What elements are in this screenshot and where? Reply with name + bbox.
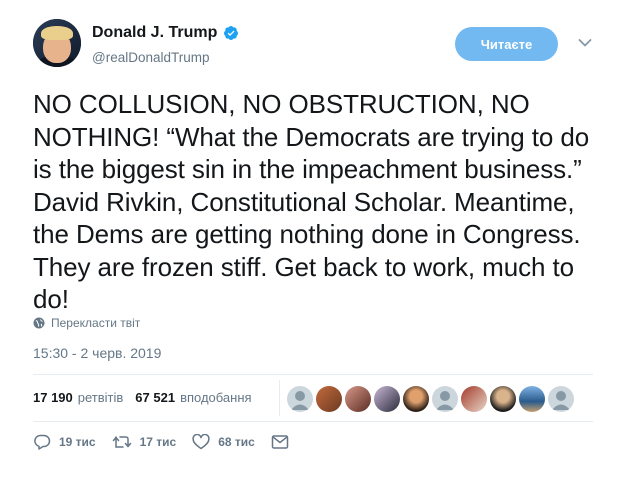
liker-avatar[interactable] xyxy=(287,386,313,412)
liker-avatar[interactable] xyxy=(316,386,342,412)
tweet-card: Donald J. Trump @realDonaldTrump Читаєте… xyxy=(0,0,625,477)
liker-avatar[interactable] xyxy=(461,386,487,412)
divider xyxy=(33,374,593,375)
liker-avatar[interactable] xyxy=(432,386,458,412)
caret-down-icon[interactable] xyxy=(578,38,592,48)
retweet-icon xyxy=(112,436,131,448)
globe-icon xyxy=(33,317,45,329)
liker-avatar[interactable] xyxy=(548,386,574,412)
liker-avatars xyxy=(287,386,577,412)
author-display-name[interactable]: Donald J. Trump xyxy=(92,24,217,42)
verified-badge-icon xyxy=(224,26,239,40)
likes-label: вподобання xyxy=(180,390,252,405)
retweet-button[interactable]: 17 тис xyxy=(112,434,177,450)
message-icon xyxy=(271,435,289,449)
tweet-text: NO COLLUSION, NO OBSTRUCTION, NO NOTHING… xyxy=(33,89,590,314)
like-count: 68 тис xyxy=(218,435,255,449)
like-button[interactable]: 68 тис xyxy=(192,434,255,450)
tweet-timestamp[interactable]: 15:30 - 2 черв. 2019 xyxy=(33,345,161,361)
retweets-stat[interactable]: 17 190 ретвітів xyxy=(33,390,123,405)
retweets-count: 17 190 xyxy=(33,390,73,405)
retweet-count: 17 тис xyxy=(139,435,177,449)
heart-icon xyxy=(192,434,210,450)
reply-count: 19 тис xyxy=(59,435,96,449)
liker-avatar[interactable] xyxy=(403,386,429,412)
tweet-stats: 17 190 ретвітів 67 521 вподобання xyxy=(33,390,264,405)
author-handle[interactable]: @realDonaldTrump xyxy=(92,50,210,65)
tweet-actions: 19 тис 17 тис 68 тис xyxy=(33,434,313,450)
likes-stat[interactable]: 67 521 вподобання xyxy=(135,390,251,405)
translate-tweet-link[interactable]: Перекласти твіт xyxy=(33,316,140,330)
following-button[interactable]: Читаєте xyxy=(455,27,558,61)
liker-avatar[interactable] xyxy=(490,386,516,412)
likes-count: 67 521 xyxy=(135,390,176,405)
author-name-row[interactable]: Donald J. Trump xyxy=(92,24,239,42)
retweets-label: ретвітів xyxy=(77,390,124,405)
reply-button[interactable]: 19 тис xyxy=(33,434,96,450)
reply-icon xyxy=(34,434,51,450)
divider xyxy=(33,421,593,422)
liker-avatar[interactable] xyxy=(374,386,400,412)
translate-label[interactable]: Перекласти твіт xyxy=(51,316,140,330)
liker-avatar[interactable] xyxy=(345,386,371,412)
direct-message-button[interactable] xyxy=(271,434,297,450)
stats-separator xyxy=(279,380,280,416)
liker-avatar[interactable] xyxy=(519,386,545,412)
author-avatar[interactable] xyxy=(33,19,81,67)
